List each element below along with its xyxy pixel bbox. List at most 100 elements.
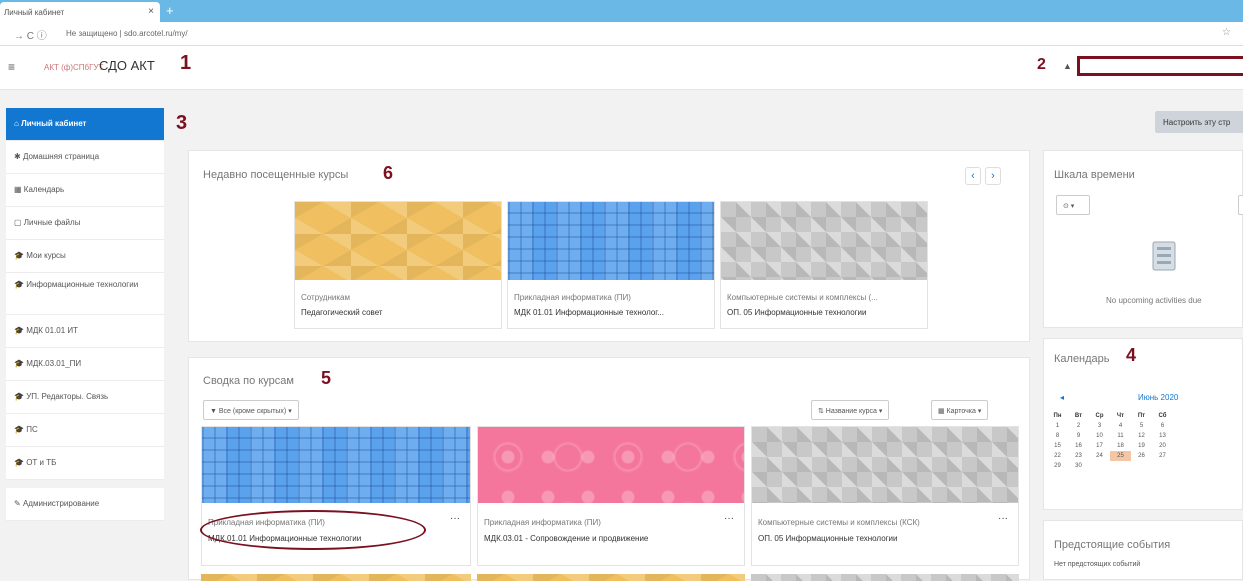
browser-nav-icons[interactable]: → C ⓘ <box>14 27 47 42</box>
course-card[interactable]: Прикладная информатика (ПИ) МДК.03.01 - … <box>477 426 745 566</box>
prev-button[interactable]: ‹ <box>965 167 981 185</box>
bookmark-star-icon[interactable]: ☆ <box>1222 27 1231 38</box>
sidebar-item-course[interactable]: 🎓 МДК.03.01_ПИ <box>6 348 164 381</box>
calendar-day[interactable]: 9 <box>1068 431 1089 441</box>
annotation-1: 1 <box>180 52 192 74</box>
sidebar-item-admin[interactable]: ✎ Администрирование <box>6 488 164 521</box>
calendar-day[interactable]: 8 <box>1047 431 1068 441</box>
course-image <box>508 202 714 280</box>
sidebar-item-calendar[interactable]: ▦ Календарь <box>6 174 164 207</box>
sidebar-item-course[interactable]: 🎓 ПС <box>6 414 164 447</box>
calendar-day[interactable]: 24 <box>1089 451 1110 461</box>
calendar-day[interactable]: 11 <box>1110 431 1131 441</box>
url-security-label: Не защищено <box>66 29 118 38</box>
course-category: Сотрудникам <box>301 293 350 302</box>
browser-tab-bar: Личный кабинет × + <box>0 0 1243 22</box>
site-logo[interactable]: АКТ (ф)СПбГУТ <box>44 63 103 72</box>
file-icon: ▢ <box>14 218 22 227</box>
sidebar-item-home[interactable]: ✱ Домашняя страница <box>6 141 164 174</box>
annotation-4: 4 <box>1126 345 1137 365</box>
sidebar-item-my-courses[interactable]: 🎓 Мои курсы <box>6 240 164 273</box>
next-button[interactable]: › <box>985 167 1001 185</box>
sidebar-item-course[interactable]: 🎓 МДК 01.01 ИТ <box>6 315 164 348</box>
calendar-day[interactable]: 18 <box>1110 441 1131 451</box>
timeline-empty-text: No upcoming activities due <box>1106 296 1202 305</box>
new-tab-icon[interactable]: + <box>166 3 174 18</box>
menu-icon[interactable]: ≡ <box>8 60 15 74</box>
more-options-icon[interactable]: ··· <box>450 513 460 524</box>
calendar-day[interactable]: 29 <box>1047 461 1068 471</box>
calendar-day[interactable]: 19 <box>1131 441 1152 451</box>
calendar-day[interactable]: 22 <box>1047 451 1068 461</box>
course-category: Компьютерные системы и комплексы (... <box>727 293 878 302</box>
calendar-day[interactable]: 17 <box>1089 441 1110 451</box>
sidebar-item-course[interactable]: 🎓 Информационные технологии <box>6 273 164 315</box>
more-options-icon[interactable]: ··· <box>724 513 734 524</box>
course-filter-dropdown[interactable]: ▼ Все (кроме скрытых) ▾ <box>203 400 299 420</box>
browser-tab[interactable]: Личный кабинет × <box>0 2 160 22</box>
address-bar: → C ⓘ Не защищено | sdo.arcotel.ru/my/ ☆ <box>0 22 1243 46</box>
course-card[interactable]: Компьютерные системы и комплексы (... ОП… <box>720 201 928 329</box>
calendar-day[interactable]: 1 <box>1047 421 1068 431</box>
calendar-day[interactable]: 3 <box>1089 421 1110 431</box>
course-card[interactable]: Прикладная информатика (ПИ) МДК 01.01 Ин… <box>507 201 715 329</box>
course-name[interactable]: МДК 01.01 Информационные технолог... <box>514 308 664 317</box>
sidebar-item-label: Календарь <box>23 185 65 194</box>
user-icon[interactable]: ▲ <box>1063 61 1072 71</box>
more-options-icon[interactable]: ··· <box>998 513 1008 524</box>
course-name[interactable]: ОП. 05 Информационные технологии <box>727 308 867 317</box>
graduation-cap-icon: 🎓 <box>14 425 24 434</box>
calendar-day[interactable]: 6 <box>1152 421 1173 431</box>
sidebar-item-label: Мои курсы <box>26 251 66 260</box>
course-image <box>295 202 501 280</box>
sidebar-item-label: МДК 01.01 ИТ <box>26 326 79 335</box>
weekday-label: Пт <box>1137 413 1146 419</box>
calendar-prev-icon[interactable]: ◂ <box>1060 393 1064 402</box>
tab-title: Личный кабинет <box>4 8 65 17</box>
timeline-filter-dropdown[interactable]: ⊙ ▾ <box>1056 195 1090 215</box>
calendar-day[interactable]: 15 <box>1047 441 1068 451</box>
calendar-day[interactable]: 10 <box>1089 431 1110 441</box>
sidebar-item-course[interactable]: 🎓 УП. Редакторы. Связь <box>6 381 164 414</box>
sidebar-item-dashboard[interactable]: ⌂ Личный кабинет <box>6 108 164 141</box>
annotation-6: 6 <box>383 163 394 183</box>
view-dropdown[interactable]: ▦ Карточка ▾ <box>931 400 989 420</box>
calendar-day[interactable]: 30 <box>1068 461 1089 471</box>
calendar-day-today[interactable]: 25 <box>1110 451 1131 461</box>
calendar-day[interactable]: 5 <box>1131 421 1152 431</box>
user-menu-highlight[interactable] <box>1077 56 1243 76</box>
calendar-day[interactable]: 23 <box>1068 451 1089 461</box>
weekday-label: Ср <box>1095 413 1104 419</box>
calendar-day <box>1110 461 1131 471</box>
calendar-day[interactable]: 26 <box>1131 451 1152 461</box>
card-title: Шкала времени <box>1054 169 1135 181</box>
calendar-day[interactable]: 2 <box>1068 421 1089 431</box>
calendar-day[interactable]: 4 <box>1110 421 1131 431</box>
calendar-day[interactable]: 27 <box>1152 451 1173 461</box>
empty-list-icon <box>1152 241 1176 271</box>
close-icon[interactable]: × <box>148 6 154 17</box>
calendar-day[interactable]: 12 <box>1131 431 1152 441</box>
upcoming-events-card: Предстоящие события Нет предстоящих собы… <box>1043 520 1243 580</box>
url-field[interactable]: Не защищено | sdo.arcotel.ru/my/ <box>66 29 188 38</box>
course-name[interactable]: Педагогический совет <box>301 308 383 317</box>
sidebar-item-files[interactable]: ▢ Личные файлы <box>6 207 164 240</box>
annotation-3: 3 <box>176 112 188 134</box>
course-name[interactable]: МДК.03.01 - Сопровождение и продвижение <box>484 534 648 543</box>
timeline-sort-dropdown[interactable] <box>1238 195 1243 215</box>
sidebar-item-course[interactable]: 🎓 ОТ и ТБ <box>6 447 164 480</box>
course-card[interactable]: Сотрудникам Педагогический совет <box>294 201 502 329</box>
course-name[interactable]: ОП. 05 Информационные технологии <box>758 534 898 543</box>
weekday-label: Вт <box>1074 413 1083 419</box>
sidebar-divider <box>6 480 164 488</box>
course-card[interactable]: Компьютерные системы и комплексы (КСК) О… <box>751 426 1019 566</box>
calendar-day <box>1089 461 1110 471</box>
site-brand[interactable]: СДО АКТ <box>99 58 155 73</box>
calendar-day[interactable]: 13 <box>1152 431 1173 441</box>
calendar-day[interactable]: 20 <box>1152 441 1173 451</box>
sort-dropdown[interactable]: ⇅ Название курса ▾ <box>811 400 890 420</box>
calendar-grid: Пн Вт Ср Чт Пт Сб 1 2 3 4 5 6 8 9 10 11 … <box>1047 411 1173 471</box>
graduation-cap-icon: 🎓 <box>14 359 24 368</box>
calendar-day[interactable]: 16 <box>1068 441 1089 451</box>
customize-page-button[interactable]: Настроить эту стр <box>1155 111 1243 133</box>
